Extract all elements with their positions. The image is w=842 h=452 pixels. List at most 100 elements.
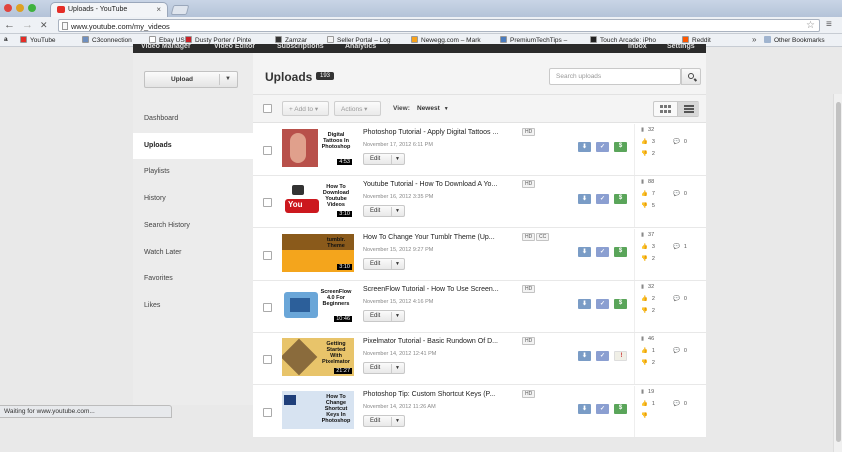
- more-bookmarks-icon[interactable]: »: [752, 35, 756, 44]
- scrollbar-thumb[interactable]: [836, 102, 841, 442]
- video-row[interactable]: Digital Tattoos In Photoshop 4:53 Photosho…: [253, 124, 706, 176]
- select-all-checkbox[interactable]: [263, 104, 272, 113]
- back-arrow-icon[interactable]: ←: [4, 19, 15, 31]
- search-uploads-input[interactable]: Search uploads: [549, 68, 681, 85]
- monetization-icon[interactable]: $: [614, 142, 627, 152]
- sidebar-item-likes[interactable]: Likes: [133, 293, 253, 319]
- video-row[interactable]: ScreenFlow 4.0 For Beginners 10:46 ScreenF…: [253, 280, 706, 333]
- checkmark-icon[interactable]: ✓: [596, 194, 609, 205]
- video-title[interactable]: Photoshop Tutorial - Apply Digital Tatto…: [363, 129, 498, 136]
- video-thumbnail[interactable]: Getting Started With Pixelmator 21:27: [282, 338, 354, 377]
- video-thumbnail[interactable]: You How To Download Youtube Videos 3:10: [282, 181, 354, 220]
- download-icon[interactable]: ⬇: [578, 194, 591, 205]
- chevron-down-icon[interactable]: ▼: [395, 156, 400, 162]
- monetization-icon[interactable]: $: [614, 246, 627, 257]
- sidebar-item-dashboard[interactable]: Dashboard: [133, 106, 253, 132]
- video-row[interactable]: Getting Started With Pixelmator 21:27 Pixe…: [253, 333, 706, 386]
- video-row[interactable]: tumblr. Theme 3:10 How To Change Your Tumb…: [253, 228, 706, 281]
- tab-close-icon[interactable]: ×: [156, 5, 161, 14]
- page-scrollbar[interactable]: [833, 94, 842, 452]
- other-bookmarks-folder[interactable]: Other Bookmarks: [764, 36, 825, 44]
- nav-settings[interactable]: Settings: [667, 43, 695, 50]
- video-row[interactable]: How To Change Shortcut Keys In Photoshop…: [253, 385, 706, 438]
- nav-analytics[interactable]: Analytics: [345, 43, 376, 50]
- sort-select[interactable]: Newest ▼: [417, 105, 449, 112]
- browser-tab[interactable]: Uploads - YouTube ×: [50, 2, 168, 17]
- video-title[interactable]: Youtube Tutorial - How To Download A Yo.…: [363, 181, 497, 188]
- nav-video-manager[interactable]: Video Manager: [141, 43, 191, 50]
- video-title[interactable]: Photoshop Tip: Custom Shortcut Keys (P..…: [363, 391, 495, 398]
- settings-menu-icon[interactable]: ≡: [826, 19, 832, 30]
- edit-button[interactable]: Edit ▼: [363, 153, 405, 165]
- chevron-down-icon[interactable]: ▼: [395, 418, 400, 424]
- video-thumbnail[interactable]: Digital Tattoos In Photoshop 4:53: [282, 129, 354, 167]
- chevron-down-icon[interactable]: ▼: [395, 365, 400, 371]
- video-title[interactable]: How To Change Your Tumblr Theme (Up...: [363, 234, 495, 241]
- search-button[interactable]: [681, 68, 701, 85]
- bookmark-item[interactable]: C3connection: [82, 36, 132, 44]
- edit-button[interactable]: Edit ▼: [363, 362, 405, 375]
- add-to-button[interactable]: + Add to ▾: [282, 101, 329, 116]
- zoom-window-button[interactable]: [28, 4, 36, 12]
- chevron-down-icon[interactable]: ▼: [395, 261, 400, 267]
- edit-button[interactable]: Edit ▼: [363, 205, 405, 218]
- edit-button[interactable]: Edit ▼: [363, 257, 405, 270]
- bookmark-item[interactable]: PremiumTechTips –: [500, 36, 567, 44]
- grid-view-icon[interactable]: [654, 102, 677, 116]
- download-icon[interactable]: ⬇: [578, 351, 591, 362]
- download-icon[interactable]: ⬇: [578, 403, 591, 414]
- nav-inbox[interactable]: Inbox: [628, 43, 647, 50]
- video-title[interactable]: ScreenFlow Tutorial - How To Use Screen.…: [363, 286, 499, 293]
- chevron-down-icon[interactable]: ▼: [395, 313, 400, 319]
- monetization-icon[interactable]: $: [614, 194, 627, 205]
- address-bar[interactable]: www.youtube.com/my_videos ☆: [58, 19, 820, 32]
- edit-button[interactable]: Edit ▼: [363, 414, 405, 427]
- actions-button[interactable]: Actions ▾: [334, 101, 381, 116]
- video-thumbnail[interactable]: tumblr. Theme 3:10: [282, 233, 354, 272]
- video-thumbnail[interactable]: How To Change Shortcut Keys In Photoshop: [282, 390, 354, 429]
- chevron-down-icon[interactable]: ▼: [225, 76, 231, 82]
- checkmark-icon[interactable]: ✓: [596, 351, 609, 362]
- sidebar-item-watch-later[interactable]: Watch Later: [133, 240, 253, 266]
- video-checkbox[interactable]: [263, 355, 272, 365]
- bookmark-item[interactable]: Newegg.com – Mark: [411, 36, 481, 44]
- video-checkbox[interactable]: [263, 198, 272, 208]
- video-row[interactable]: You How To Download Youtube Videos 3:10 You…: [253, 176, 706, 229]
- video-checkbox[interactable]: [263, 302, 272, 312]
- checkmark-icon[interactable]: ✓: [596, 142, 609, 152]
- sidebar-item-search-history[interactable]: Search History: [133, 213, 253, 239]
- checkmark-icon[interactable]: ✓: [596, 246, 609, 257]
- checkmark-icon[interactable]: ✓: [596, 298, 609, 309]
- list-view-icon[interactable]: [677, 102, 699, 116]
- nav-video-editor[interactable]: Video Editor: [214, 43, 255, 50]
- download-icon[interactable]: ⬇: [578, 246, 591, 257]
- forward-arrow-icon[interactable]: →: [22, 19, 33, 31]
- new-tab-button[interactable]: [170, 5, 190, 15]
- edit-button[interactable]: Edit ▼: [363, 309, 405, 322]
- video-title[interactable]: Pixelmator Tutorial - Basic Rundown Of D…: [363, 338, 498, 345]
- video-checkbox[interactable]: [263, 146, 272, 155]
- video-checkbox[interactable]: [263, 407, 272, 417]
- monetization-icon[interactable]: $: [614, 298, 627, 309]
- minimize-window-button[interactable]: [16, 4, 24, 12]
- upload-button[interactable]: Upload ▼: [144, 71, 238, 88]
- bookmark-item[interactable]: YouTube: [20, 36, 56, 44]
- stop-loading-icon[interactable]: ✕: [40, 19, 48, 31]
- checkmark-icon[interactable]: ✓: [596, 403, 609, 414]
- download-icon[interactable]: ⬇: [578, 142, 591, 152]
- nav-subscriptions[interactable]: Subscriptions: [277, 43, 324, 50]
- close-window-button[interactable]: [4, 4, 12, 12]
- video-checkbox[interactable]: [263, 250, 272, 260]
- bookmark-star-icon[interactable]: ☆: [806, 20, 815, 31]
- url-text[interactable]: www.youtube.com/my_videos: [71, 22, 170, 31]
- video-thumbnail[interactable]: ScreenFlow 4.0 For Beginners 10:46: [282, 285, 354, 324]
- download-icon[interactable]: ⬇: [578, 298, 591, 309]
- sidebar-item-playlists[interactable]: Playlists: [133, 159, 253, 185]
- amazon-bookmark-icon[interactable]: a: [4, 36, 8, 43]
- sidebar-item-history[interactable]: History: [133, 186, 253, 212]
- sidebar-item-favorites[interactable]: Favorites: [133, 266, 253, 292]
- sidebar-item-uploads[interactable]: Uploads: [133, 132, 253, 159]
- warning-icon[interactable]: !: [614, 351, 627, 362]
- monetization-icon[interactable]: $: [614, 403, 627, 414]
- chevron-down-icon[interactable]: ▼: [395, 208, 400, 214]
